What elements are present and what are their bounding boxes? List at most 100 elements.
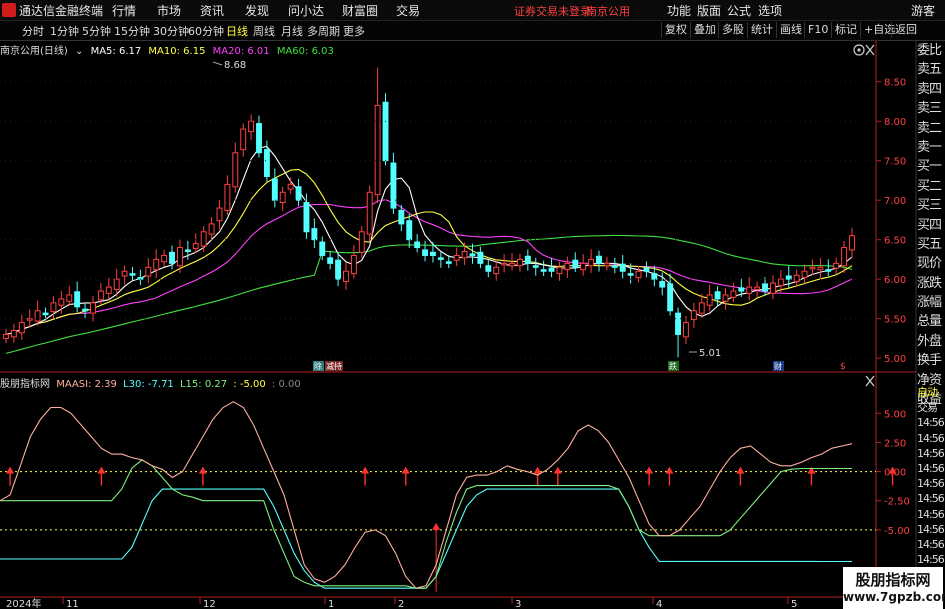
- price-tick-label: 5.00: [884, 354, 906, 365]
- settings-gear-icon[interactable]: [853, 44, 865, 56]
- candle-body: [580, 262, 587, 271]
- quote-label-change-pct[interactable]: 涨幅: [917, 293, 945, 312]
- sub-tick-label: -2.50: [884, 497, 910, 508]
- ma5-value: MA5: 6.17: [90, 46, 142, 57]
- time-cell: 14:56: [917, 553, 945, 567]
- candle: [311, 218, 318, 248]
- candle-body: [619, 263, 626, 272]
- candle: [271, 168, 278, 208]
- stock-title[interactable]: 南京公用(日线): [0, 46, 68, 57]
- candle: [335, 252, 342, 287]
- low-annotation: 5.01: [689, 348, 721, 359]
- candle: [327, 251, 334, 270]
- candle-body: [611, 265, 618, 268]
- time-cell: 14:56: [917, 477, 945, 491]
- candle-body: [161, 254, 168, 263]
- candle: [216, 200, 223, 230]
- event-marker-dividend[interactable]: $: [840, 362, 846, 372]
- candle-body: [596, 255, 602, 264]
- quote-label-bid5[interactable]: 买五: [917, 235, 945, 254]
- date-label-12: 12: [203, 599, 216, 609]
- quote-label-price[interactable]: 现价: [917, 254, 945, 273]
- high-annotation: 8.68: [212, 60, 246, 71]
- quote-label-outer[interactable]: 外盘: [917, 332, 945, 351]
- candle: [667, 273, 674, 316]
- price-tick-label: 6.50: [884, 236, 906, 247]
- candle-body: [390, 162, 397, 209]
- candle-body: [224, 183, 231, 211]
- sub-close-icon[interactable]: [865, 375, 875, 387]
- indicator-title[interactable]: 股朋指标网: [0, 379, 50, 390]
- candle: [540, 260, 547, 277]
- candle: [643, 261, 650, 278]
- quote-label-ask2[interactable]: 卖二: [917, 119, 945, 138]
- quote-label-bid2[interactable]: 买二: [917, 177, 945, 196]
- quote-label-bid4[interactable]: 买四: [917, 216, 945, 235]
- maasi-path: [0, 401, 853, 589]
- candle-body: [762, 283, 768, 292]
- candle-body: [841, 247, 848, 267]
- buy-signal-arrow: [198, 466, 207, 486]
- candle-body: [327, 257, 334, 264]
- candle-body: [754, 286, 761, 290]
- candle: [184, 240, 191, 260]
- candle: [10, 323, 17, 343]
- time-cell: 14:56: [917, 431, 945, 445]
- candle: [374, 67, 381, 203]
- quote-label-ask3[interactable]: 卖三: [917, 99, 945, 118]
- quote-label-ask5[interactable]: 卖五: [917, 60, 945, 79]
- candle-body: [809, 266, 816, 270]
- candle: [635, 265, 642, 283]
- candle: [580, 254, 587, 276]
- reference-lines: [0, 471, 876, 531]
- candle-body: [42, 312, 49, 316]
- candle: [801, 264, 808, 284]
- trade-label[interactable]: 交易: [917, 400, 945, 415]
- candle-body: [398, 209, 405, 225]
- sub-tick-label: 5.00: [884, 409, 906, 420]
- event-marker-reduce[interactable]: 减持: [325, 361, 343, 371]
- candle-body: [793, 274, 800, 283]
- buy-signal-arrow: [401, 466, 410, 486]
- time-cell: 14:56: [917, 492, 945, 506]
- quote-label-weibi[interactable]: 委比: [917, 41, 945, 60]
- event-marker-ex[interactable]: 除: [313, 361, 324, 371]
- quote-label-ask1[interactable]: 卖一: [917, 138, 945, 157]
- candle-body: [90, 302, 96, 314]
- buy-signal-arrow: [665, 466, 674, 486]
- candle-body: [430, 251, 436, 256]
- dropdown-icon[interactable]: ⌄: [75, 46, 83, 57]
- candle-body: [453, 254, 460, 261]
- buy-signal-arrow: [553, 466, 562, 486]
- candle-body: [722, 294, 729, 302]
- quote-panel: 委比 卖五 卖四 卖三 卖二 卖一 买一 买二 买三 买四 买五 现价 涨跌 涨…: [917, 41, 945, 431]
- sub-tick-label: -5.00: [884, 526, 910, 537]
- candle-body: [374, 104, 381, 196]
- high-label: 8.68: [224, 60, 246, 71]
- candle-body: [335, 259, 342, 280]
- ma10-value: MA10: 6.15: [148, 46, 206, 57]
- quote-label-bid1[interactable]: 买一: [917, 157, 945, 176]
- event-marker-drop[interactable]: 跌: [668, 361, 679, 371]
- candle: [358, 226, 365, 259]
- candle: [596, 250, 602, 272]
- candle-body: [477, 251, 484, 264]
- candle-body: [311, 228, 318, 241]
- candle-body: [469, 253, 476, 256]
- candle-body: [295, 186, 302, 201]
- quote-label-ask4[interactable]: 卖四: [917, 80, 945, 99]
- quote-label-bid3[interactable]: 买三: [917, 196, 945, 215]
- candle-body: [422, 249, 428, 256]
- quote-label-change[interactable]: 涨跌: [917, 274, 945, 293]
- event-marker-finance[interactable]: 财: [773, 361, 784, 371]
- quote-label-volume[interactable]: 总量: [917, 312, 945, 331]
- candle: [619, 255, 626, 279]
- close-icon[interactable]: [865, 44, 875, 56]
- auto-trade-label[interactable]: 自动: [917, 385, 945, 400]
- candle: [153, 249, 160, 278]
- candle-body: [445, 261, 452, 264]
- quote-label-turnover[interactable]: 换手: [917, 351, 945, 370]
- chart-canvas[interactable]: 8.68 5.01 除 减持 跌 财 $ 8.50 8.00 7.50 7.00 6.5…: [0, 0, 945, 609]
- candle: [754, 281, 761, 298]
- candle-body: [738, 287, 745, 292]
